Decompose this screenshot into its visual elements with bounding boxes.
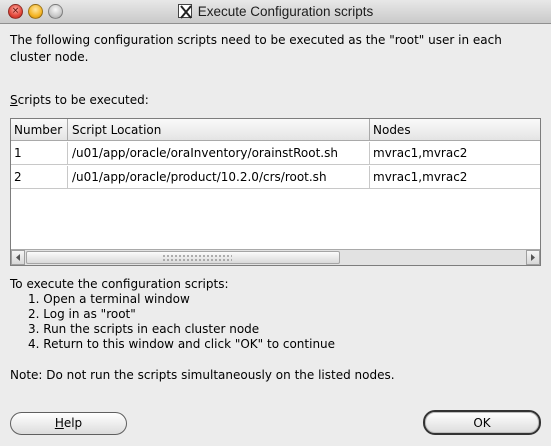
x11-icon [177, 4, 192, 19]
instructions: To execute the configuration scripts: 1.… [10, 277, 540, 352]
table-row[interactable]: 2 /u01/app/oracle/product/10.2.0/crs/roo… [11, 166, 540, 189]
title-bar: × Execute Configuration scripts [0, 0, 551, 24]
window-title: Execute Configuration scripts [197, 4, 374, 19]
scroll-right-icon [531, 254, 535, 261]
cell-nodes: mvrac1,mvrac2 [373, 146, 468, 160]
help-label: elp [63, 416, 83, 430]
scroll-left-icon [16, 254, 20, 261]
cell-number: 2 [11, 166, 68, 189]
table-header: Number Script Location Nodes [11, 119, 540, 141]
help-mnemonic: H [54, 416, 64, 430]
instruction-step: 4. Return to this window and click "OK" … [28, 337, 336, 351]
help-button[interactable]: Help [10, 412, 127, 435]
scripts-table[interactable]: Number Script Location Nodes 1 /u01/app/… [10, 118, 541, 266]
scripts-label-mnemonic: S [10, 93, 18, 107]
cell-number: 1 [11, 142, 68, 165]
title-wrap: Execute Configuration scripts [0, 0, 551, 24]
scripts-label: Scripts to be executed: [10, 93, 149, 107]
instructions-heading: To execute the configuration scripts: [10, 277, 229, 291]
scroll-left-button[interactable] [11, 250, 25, 265]
column-header-nodes[interactable]: Nodes [370, 119, 540, 141]
cell-script-location: /u01/app/oracle/oraInventory/orainstRoot… [68, 142, 370, 165]
instruction-step: 1. Open a terminal window [28, 292, 190, 306]
instruction-step: 3. Run the scripts in each cluster node [28, 322, 260, 336]
cell-script-location: /u01/app/oracle/product/10.2.0/crs/root.… [68, 166, 370, 189]
scroll-right-button[interactable] [526, 250, 540, 265]
scrollbar-thumb[interactable] [26, 251, 340, 264]
cell-nodes: mvrac1,mvrac2 [373, 170, 468, 184]
column-header-script-location[interactable]: Script Location [68, 119, 370, 141]
note-text: Note: Do not run the scripts simultaneou… [10, 368, 395, 382]
column-header-number[interactable]: Number [11, 119, 68, 141]
scrollbar-grip-icon [162, 254, 232, 262]
scripts-label-text: cripts to be executed: [17, 93, 149, 107]
intro-text: The following configuration scripts need… [10, 33, 502, 64]
ok-button[interactable]: OK [423, 410, 541, 435]
table-row[interactable]: 1 /u01/app/oracle/oraInventory/orainstRo… [11, 142, 540, 165]
horizontal-scrollbar[interactable] [11, 249, 540, 265]
instruction-step: 2. Log in as "root" [28, 307, 136, 321]
